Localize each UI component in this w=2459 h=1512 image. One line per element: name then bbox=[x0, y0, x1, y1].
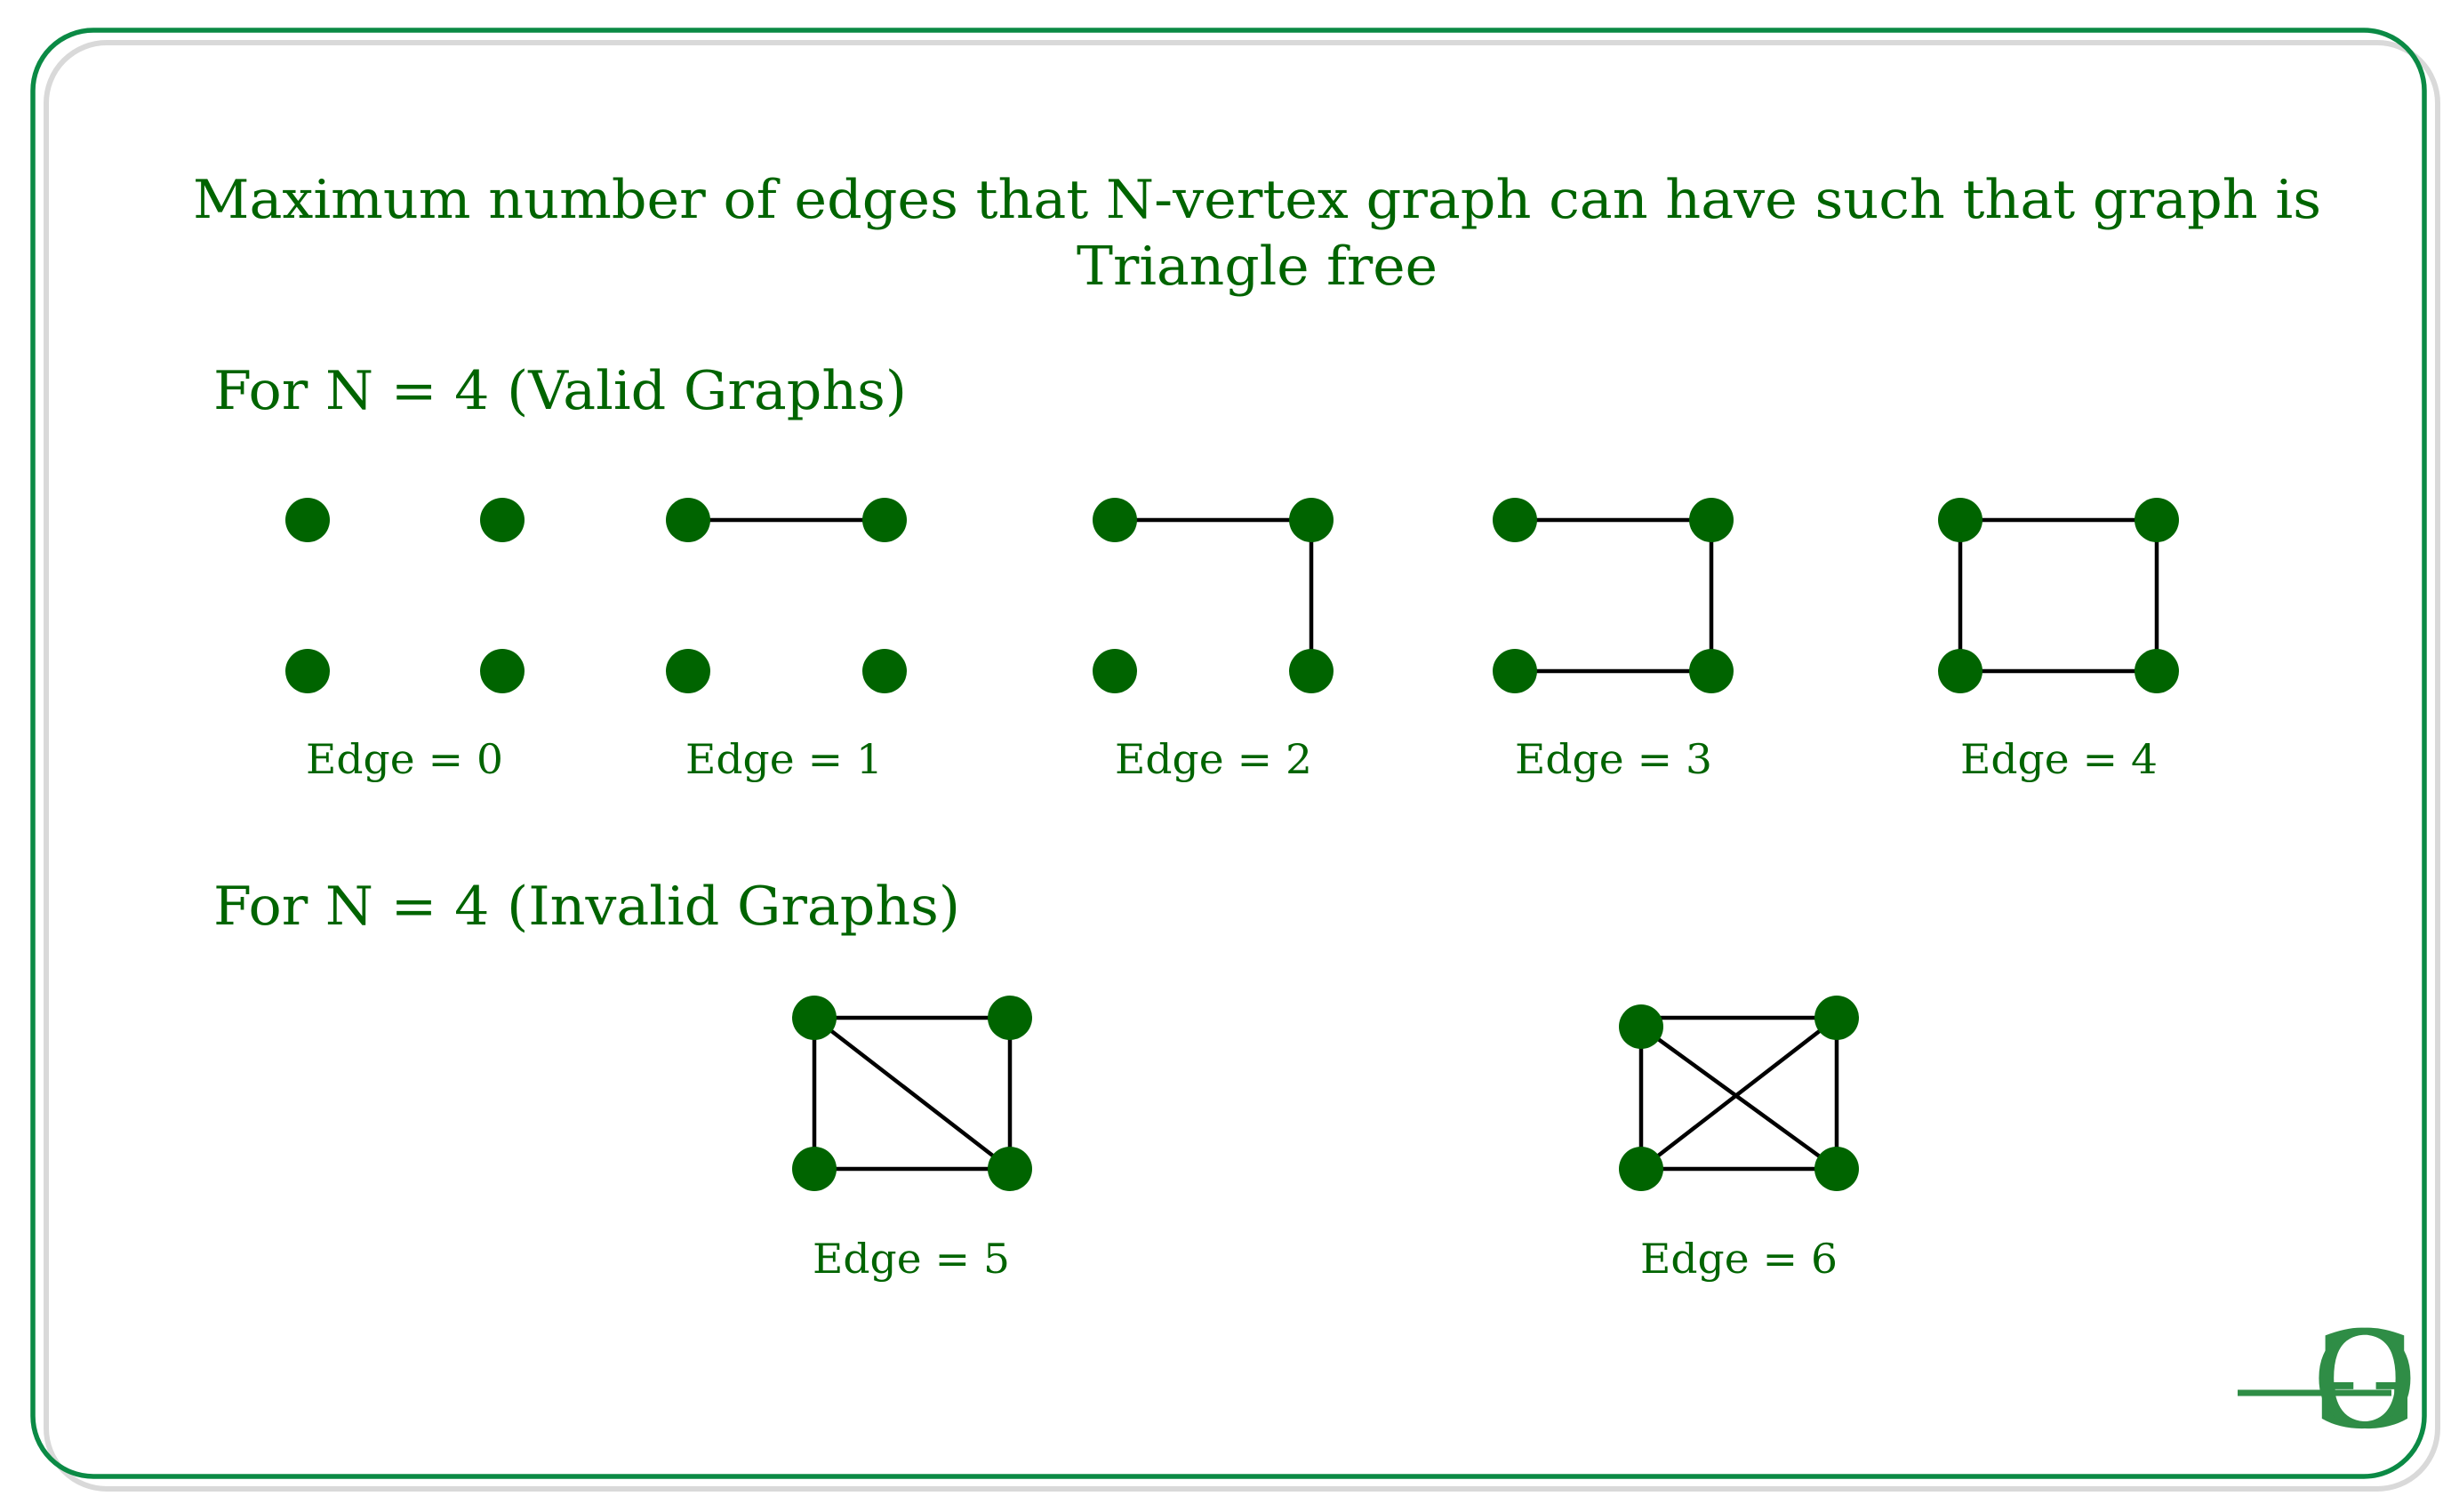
graph-vertex-tl bbox=[1093, 498, 1137, 542]
graph-vertex-tr bbox=[988, 996, 1032, 1040]
title-line-1: Maximum number of edges that N-vertex gr… bbox=[193, 169, 2321, 231]
graph-edge-count-label: Edge = 0 bbox=[306, 735, 503, 783]
graph-vertex-bl bbox=[1938, 649, 1982, 693]
graph-vertex-tr bbox=[1814, 996, 1859, 1040]
graph-vertex-bl bbox=[1619, 1147, 1663, 1191]
graph-vertex-bl bbox=[285, 649, 330, 693]
graph-vertex-br bbox=[862, 649, 907, 693]
graph-vertex-tr bbox=[1289, 498, 1334, 542]
graph-edge-count-label: Edge = 4 bbox=[1960, 735, 2158, 783]
graph-vertex-br bbox=[2135, 649, 2179, 693]
logo-right-glyph: G bbox=[2311, 1304, 2418, 1459]
graph-edge-count-label: Edge = 3 bbox=[1515, 735, 1712, 783]
graph-vertex-tl bbox=[1619, 1004, 1663, 1049]
graph-vertex-br bbox=[1289, 649, 1334, 693]
geeksforgeeks-logo-icon: G G bbox=[2238, 1304, 2418, 1459]
graph-valid-1: Edge = 1 bbox=[666, 498, 907, 783]
graph-valid-2: Edge = 2 bbox=[1093, 498, 1334, 783]
graph-invalid-0: Edge = 5 bbox=[792, 996, 1032, 1283]
graph-edge-count-label: Edge = 5 bbox=[813, 1235, 1010, 1283]
graph-vertex-tl bbox=[285, 498, 330, 542]
section-heading-valid: For N = 4 (Valid Graphs) bbox=[213, 360, 907, 422]
graph-vertex-bl bbox=[1493, 649, 1537, 693]
graph-edge-tl-br bbox=[812, 1015, 1013, 1172]
graph-edge-count-label: Edge = 1 bbox=[685, 735, 883, 783]
graph-vertex-tl bbox=[1493, 498, 1537, 542]
graph-invalid-1: Edge = 6 bbox=[1619, 996, 1859, 1283]
graph-vertex-tr bbox=[480, 498, 525, 542]
graph-vertex-bl bbox=[1093, 649, 1137, 693]
graph-vertex-br bbox=[480, 649, 525, 693]
graph-vertex-br bbox=[1814, 1147, 1859, 1191]
graph-vertex-tr bbox=[1689, 498, 1734, 542]
graph-vertex-bl bbox=[792, 1147, 837, 1191]
graph-vertex-br bbox=[1689, 649, 1734, 693]
diagram-canvas: Maximum number of edges that N-vertex gr… bbox=[30, 28, 2440, 1492]
graph-edge-count-label: Edge = 2 bbox=[1115, 735, 1312, 783]
graph-vertex-tr bbox=[862, 498, 907, 542]
section-heading-invalid: For N = 4 (Invalid Graphs) bbox=[213, 876, 960, 938]
graph-valid-4: Edge = 4 bbox=[1938, 498, 2179, 783]
graph-vertex-tl bbox=[666, 498, 710, 542]
graph-valid-3: Edge = 3 bbox=[1493, 498, 1734, 783]
graph-vertex-tl bbox=[792, 996, 837, 1040]
graph-valid-0: Edge = 0 bbox=[285, 498, 525, 783]
graph-edge-count-label: Edge = 6 bbox=[1640, 1235, 1838, 1283]
graph-vertex-br bbox=[988, 1147, 1032, 1191]
graph-vertex-tl bbox=[1938, 498, 1982, 542]
graph-vertex-bl bbox=[666, 649, 710, 693]
graph-vertex-tr bbox=[2135, 498, 2179, 542]
title-line-2: Triangle free bbox=[1077, 236, 1438, 298]
